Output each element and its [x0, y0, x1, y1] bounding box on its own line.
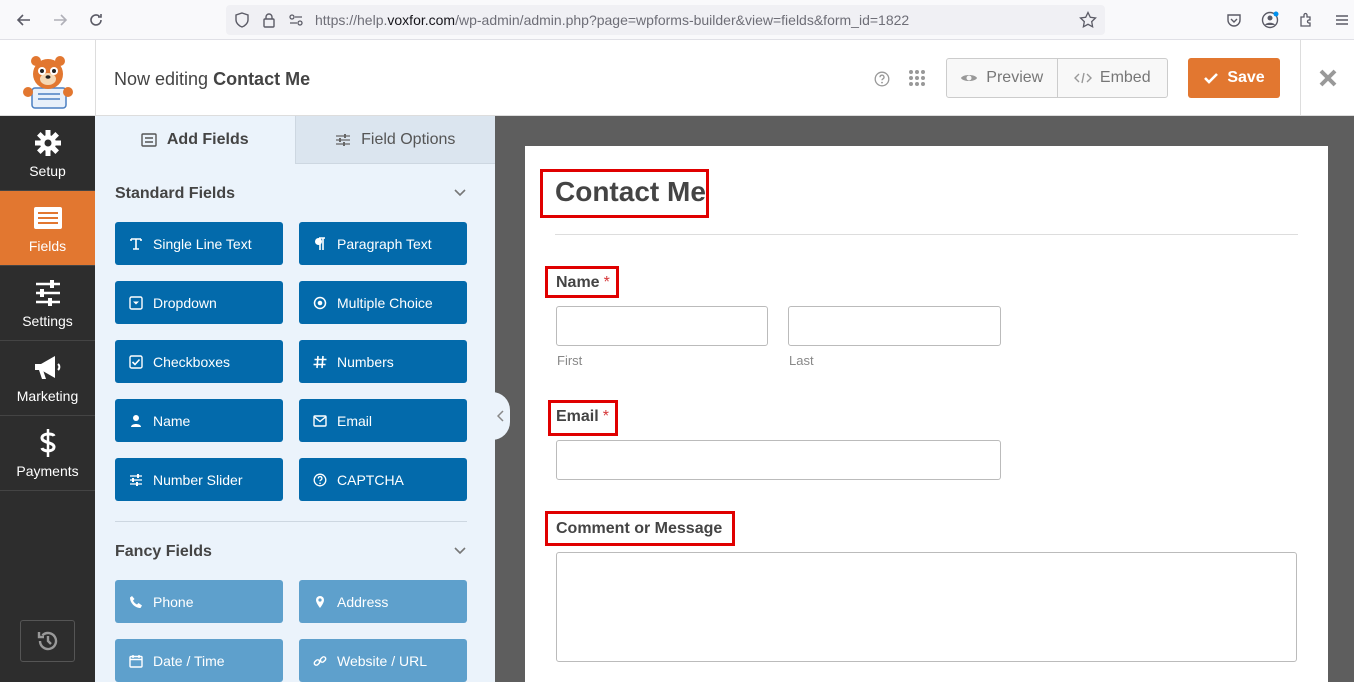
help-icon[interactable] — [874, 71, 890, 92]
save-button[interactable]: Save — [1188, 58, 1280, 98]
user-icon — [129, 414, 143, 428]
fields-icon — [33, 203, 63, 233]
account-icon[interactable] — [1258, 8, 1282, 32]
map-marker-icon — [313, 595, 327, 609]
dollar-icon — [33, 428, 63, 458]
highlight-box-title — [540, 169, 709, 218]
url-text: https://help.voxfor.com/wp-admin/admin.p… — [315, 12, 910, 28]
sidebar-item-fields[interactable]: Fields — [0, 191, 95, 266]
browser-toolbar: https://help.voxfor.com/wp-admin/admin.p… — [0, 0, 1354, 40]
menu-icon[interactable] — [1330, 8, 1354, 32]
field-button-number-slider[interactable]: Number Slider — [115, 458, 283, 501]
comment-textarea[interactable] — [556, 552, 1297, 662]
checkbox-icon — [129, 354, 143, 369]
builder-sidebar: Setup Fields Settings Marketing Payments — [0, 116, 95, 682]
wpforms-logo — [0, 40, 96, 116]
sidebar-item-setup[interactable]: Setup — [0, 116, 95, 191]
form-preview-card: Contact Me Name * First Last Email * Comme… — [525, 146, 1328, 682]
bookmark-star-icon[interactable] — [1079, 10, 1097, 34]
field-button-single-line-text[interactable]: Single Line Text — [115, 222, 283, 265]
preview-button[interactable]: Preview — [947, 59, 1057, 97]
bear-mascot-icon — [23, 56, 73, 109]
checkmark-icon — [1204, 73, 1219, 84]
panel-tabs: Add Fields Field Options — [95, 116, 495, 164]
field-button-checkboxes[interactable]: Checkboxes — [115, 340, 283, 383]
field-button-paragraph-text[interactable]: Paragraph Text — [299, 222, 467, 265]
sidebar-item-marketing[interactable]: Marketing — [0, 341, 95, 416]
field-button-website-url[interactable]: Website / URL — [299, 639, 467, 682]
preview-embed-group: Preview Embed — [946, 58, 1168, 98]
permissions-icon[interactable] — [288, 12, 304, 33]
sidebar-item-settings[interactable]: Settings — [0, 266, 95, 341]
section-divider — [115, 521, 467, 522]
lock-icon[interactable] — [262, 12, 276, 33]
calendar-icon — [129, 654, 143, 668]
field-button-phone[interactable]: Phone — [115, 580, 283, 623]
email-input[interactable] — [556, 440, 1001, 480]
builder-header: Now editing Contact Me Preview Embed Sav… — [0, 40, 1354, 116]
eye-icon — [961, 75, 978, 81]
field-button-name[interactable]: Name — [115, 399, 283, 442]
sidebar-item-payments[interactable]: Payments — [0, 416, 95, 491]
dropdown-icon — [129, 295, 143, 310]
history-icon — [37, 631, 57, 651]
field-button-multiple-choice[interactable]: Multiple Choice — [299, 281, 467, 324]
list-icon — [141, 133, 157, 147]
highlight-box-name — [545, 266, 619, 298]
field-button-email[interactable]: Email — [299, 399, 467, 442]
gear-icon — [33, 128, 63, 158]
revisions-button[interactable] — [20, 620, 75, 662]
field-button-captcha[interactable]: CAPTCHA — [299, 458, 467, 501]
chevron-down-icon[interactable] — [453, 186, 467, 200]
first-sublabel: First — [557, 353, 583, 368]
envelope-icon — [313, 414, 327, 428]
close-icon — [1319, 69, 1336, 87]
last-sublabel: Last — [789, 353, 814, 368]
chevron-down-icon[interactable] — [453, 544, 467, 558]
title-separator — [555, 234, 1298, 235]
link-icon — [313, 654, 327, 668]
hash-icon — [313, 355, 327, 369]
extensions-icon[interactable] — [1294, 8, 1318, 32]
fields-panel: Add Fields Field Options Standard Fields… — [95, 116, 495, 682]
phone-icon — [129, 595, 143, 609]
page-title: Now editing Contact Me — [114, 69, 311, 89]
name-last-input[interactable] — [788, 306, 1001, 346]
address-bar[interactable]: https://help.voxfor.com/wp-admin/admin.p… — [226, 5, 1105, 35]
field-button-dropdown[interactable]: Dropdown — [115, 281, 283, 324]
code-icon — [1073, 72, 1092, 84]
highlight-box-comment — [545, 511, 735, 546]
standard-fields-title: Standard Fields — [115, 185, 236, 202]
close-builder-button[interactable] — [1300, 40, 1354, 116]
megaphone-icon — [33, 353, 63, 383]
pocket-icon[interactable] — [1222, 8, 1246, 32]
highlight-box-email — [548, 400, 618, 436]
embed-button[interactable]: Embed — [1056, 59, 1168, 97]
text-cursor-icon — [129, 237, 143, 251]
options-sliders-icon — [336, 133, 351, 146]
field-button-address[interactable]: Address — [299, 580, 467, 623]
tab-add-fields[interactable]: Add Fields — [95, 116, 295, 164]
slider-icon — [129, 473, 143, 487]
field-button-numbers[interactable]: Numbers — [299, 340, 467, 383]
reload-icon[interactable] — [84, 8, 108, 32]
sliders-icon — [33, 278, 63, 308]
field-button-date-time[interactable]: Date / Time — [115, 639, 283, 682]
shield-icon[interactable] — [234, 12, 250, 33]
question-circle-icon — [313, 473, 327, 487]
forward-icon[interactable] — [48, 8, 72, 32]
chevron-left-icon — [497, 410, 504, 422]
back-icon[interactable] — [12, 8, 36, 32]
tab-field-options[interactable]: Field Options — [294, 116, 495, 164]
radio-icon — [313, 296, 327, 310]
name-first-input[interactable] — [556, 306, 768, 346]
fancy-fields-title: Fancy Fields — [115, 543, 212, 560]
apps-grid-icon[interactable] — [908, 69, 926, 92]
paragraph-icon — [313, 236, 327, 251]
